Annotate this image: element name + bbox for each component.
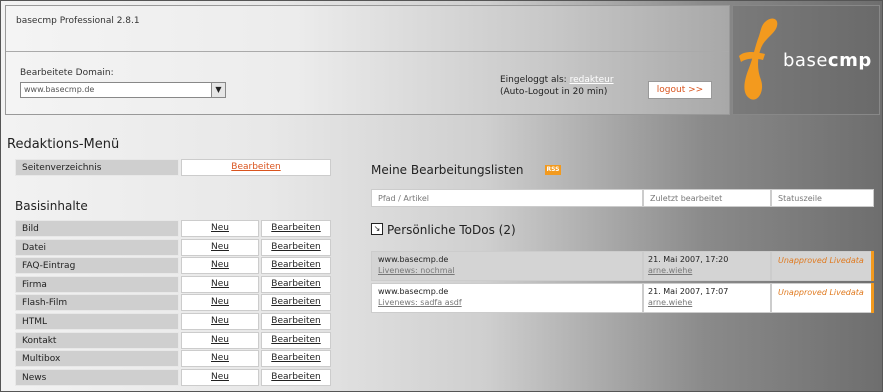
todo-article-link[interactable]: Livenews: sadfa asdf (378, 298, 636, 307)
edit-button[interactable]: Bearbeiten (261, 275, 331, 293)
menu-title: Redaktions-Menü (7, 137, 120, 152)
domain-select[interactable]: www.basecmp.de ▼ (20, 82, 226, 98)
new-button[interactable]: Neu (181, 238, 259, 256)
seiten-edit-link[interactable]: Bearbeiten (181, 159, 331, 176)
basis-item-label: News (15, 368, 179, 386)
basis-item-label: HTML (15, 313, 179, 330)
new-button[interactable]: Neu (181, 368, 259, 386)
new-button[interactable]: Neu (181, 257, 259, 275)
todo-user-link[interactable]: arne.wiehe (648, 298, 766, 307)
basis-title: Basisinhalte (15, 199, 88, 213)
col-header-status: Statuszeile (771, 189, 874, 207)
todo-date-cell: 21. Mai 2007, 17:07 arne.wiehe (643, 283, 771, 313)
todo-date: 21. Mai 2007, 17:07 (648, 287, 729, 296)
basis-item-label: Firma (15, 275, 179, 293)
todo-domain: www.basecmp.de (378, 255, 449, 264)
todo-user-link[interactable]: arne.wiehe (648, 266, 766, 275)
domain-select-value: www.basecmp.de (24, 85, 95, 94)
todos-title: Persönliche ToDos (2) (387, 223, 516, 237)
todo-date-cell: 21. Mai 2007, 17:20 arne.wiehe (643, 251, 771, 281)
col-header-path: Pfad / Artikel (371, 189, 643, 207)
todo-arrow-icon: ↘ (371, 223, 383, 235)
login-info: Eingeloggt als: redakteur (Auto-Logout i… (500, 74, 614, 98)
edit-button[interactable]: Bearbeiten (261, 294, 331, 312)
basis-item-label: Kontakt (15, 331, 179, 349)
logo-text: basecmp (783, 50, 872, 71)
basis-item-label: Flash-Film (15, 294, 179, 312)
seiten-label: Seitenverzeichnis (15, 159, 179, 176)
edit-button[interactable]: Bearbeiten (261, 238, 331, 256)
app-frame: basecmp Professional 2.8.1 Bearbeitete D… (0, 0, 883, 392)
col-header-date: Zuletzt bearbeitet (643, 189, 771, 207)
todo-path-cell: www.basecmp.de Livenews: sadfa asdf (371, 283, 643, 313)
status-bar (871, 251, 874, 281)
edit-button[interactable]: Bearbeiten (261, 313, 331, 330)
edit-button[interactable]: Bearbeiten (261, 350, 331, 368)
todo-status-cell: Unapproved Livedata (771, 251, 874, 281)
logo: basecmp (732, 5, 880, 115)
basis-item-label: FAQ-Eintrag (15, 257, 179, 275)
logout-button[interactable]: logout >> (648, 81, 712, 99)
new-button[interactable]: Neu (181, 275, 259, 293)
rss-icon[interactable]: RSS (545, 165, 561, 175)
edit-button[interactable]: Bearbeiten (261, 257, 331, 275)
new-button[interactable]: Neu (181, 331, 259, 349)
chevron-down-icon[interactable]: ▼ (211, 83, 225, 97)
todo-article-link[interactable]: Livenews: nochmal (378, 266, 636, 275)
header-top: basecmp Professional 2.8.1 (6, 6, 729, 52)
status-bar (871, 283, 874, 313)
todo-path-cell: www.basecmp.de Livenews: nochmal (371, 251, 643, 281)
edit-button[interactable]: Bearbeiten (261, 368, 331, 386)
logged-in-user-link[interactable]: redakteur (570, 75, 614, 85)
auto-logout-text: (Auto-Logout in 20 min) (500, 87, 608, 97)
new-button[interactable]: Neu (181, 220, 259, 237)
edit-button[interactable]: Bearbeiten (261, 220, 331, 237)
logged-in-prefix: Eingeloggt als: (500, 75, 567, 85)
new-button[interactable]: Neu (181, 350, 259, 368)
new-button[interactable]: Neu (181, 313, 259, 330)
basis-item-label: Multibox (15, 350, 179, 368)
edit-button[interactable]: Bearbeiten (261, 331, 331, 349)
todo-status-cell: Unapproved Livedata (771, 283, 874, 313)
todo-date: 21. Mai 2007, 17:20 (648, 255, 729, 264)
new-button[interactable]: Neu (181, 294, 259, 312)
todo-row[interactable]: www.basecmp.de Livenews: sadfa asdf 21. … (371, 283, 874, 313)
lists-title: Meine Bearbeitungslisten (371, 163, 524, 177)
domain-label: Bearbeitete Domain: (20, 68, 114, 78)
todo-row[interactable]: www.basecmp.de Livenews: nochmal 21. Mai… (371, 251, 874, 281)
basis-item-label: Datei (15, 238, 179, 256)
app-title: basecmp Professional 2.8.1 (16, 16, 140, 26)
header: basecmp Professional 2.8.1 Bearbeitete D… (5, 5, 730, 115)
todo-domain: www.basecmp.de (378, 287, 449, 296)
basis-item-label: Bild (15, 220, 179, 237)
